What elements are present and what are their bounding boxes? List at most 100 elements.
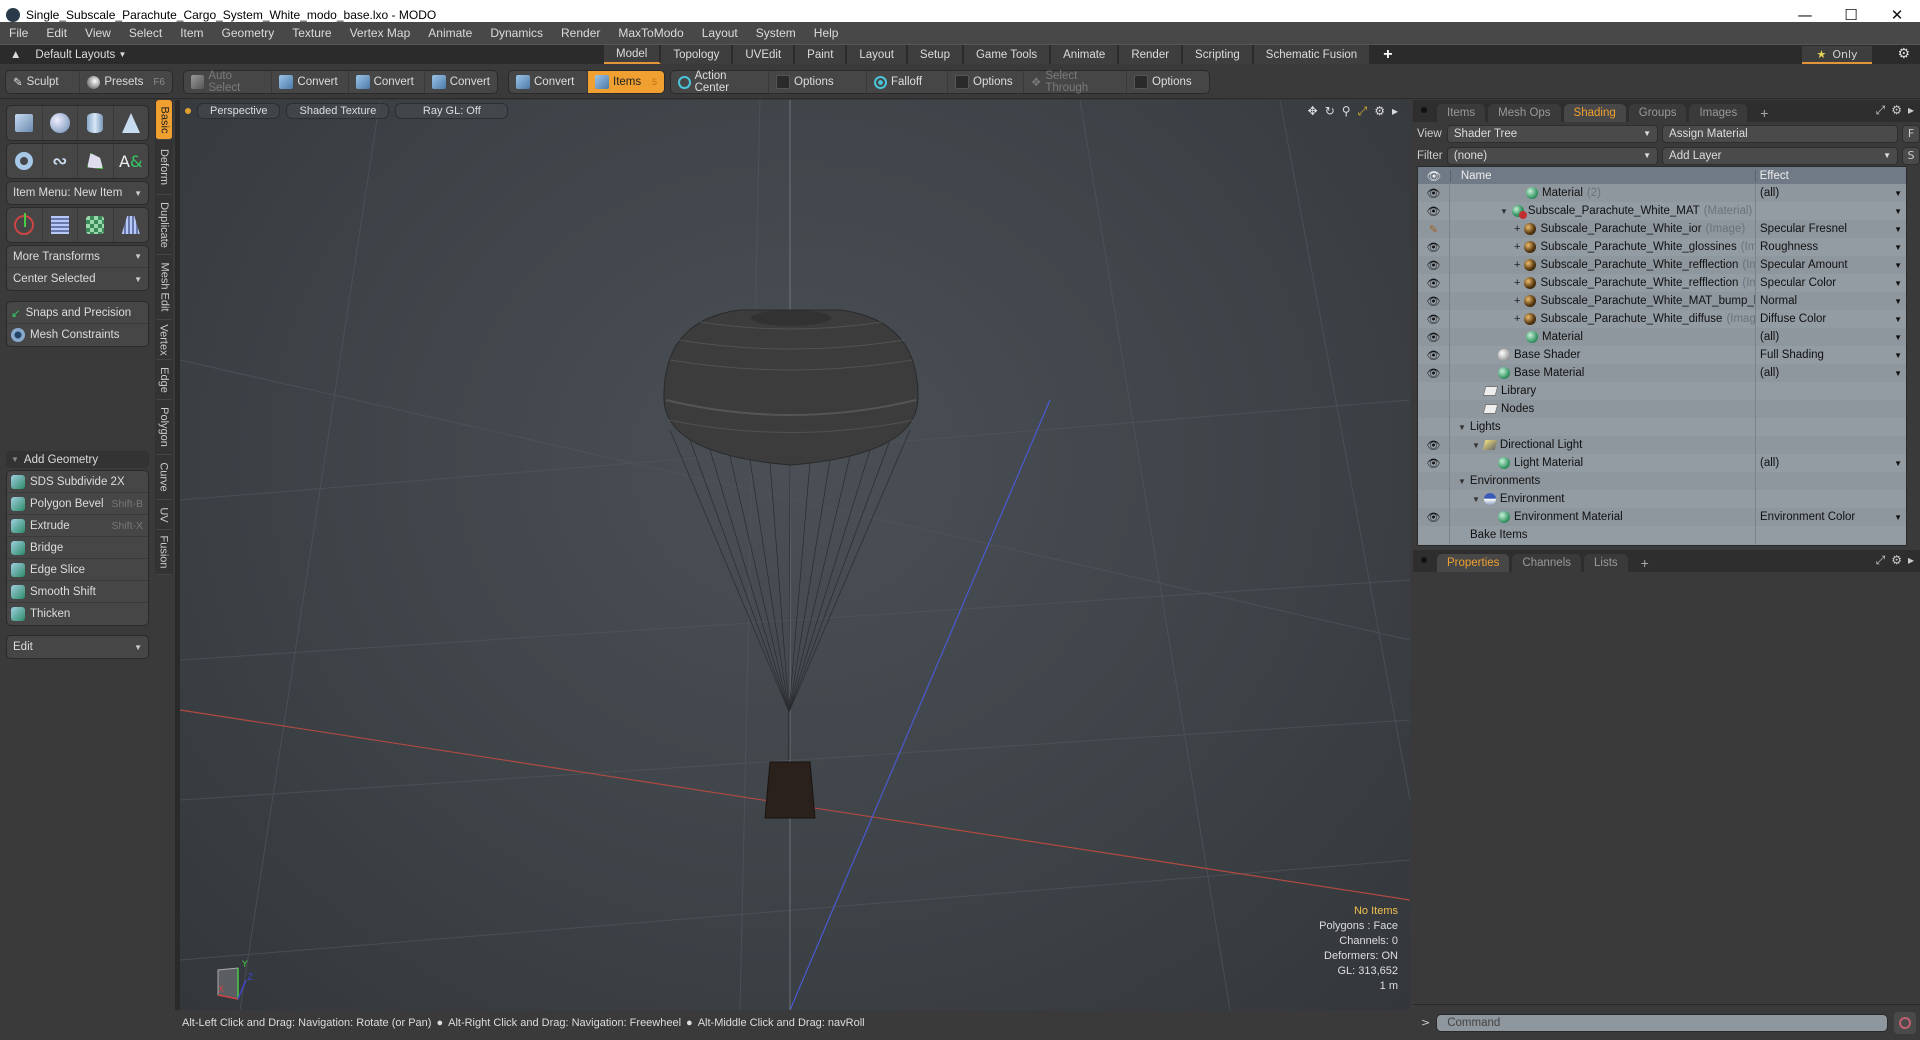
menu-dynamics[interactable]: Dynamics <box>481 26 552 40</box>
shader-tree-row[interactable]: Library <box>1418 382 1906 400</box>
layout-tab-paint[interactable]: Paint <box>795 45 848 64</box>
select-through-options-button[interactable]: Options <box>1127 71 1199 93</box>
expand-arrow-icon[interactable]: ▸ <box>1392 104 1398 119</box>
action-center-button[interactable]: Action Center <box>671 70 769 94</box>
tab-properties[interactable]: Properties <box>1437 554 1510 572</box>
eye-icon[interactable]: 👁 <box>1427 349 1441 362</box>
expand-triangle-icon[interactable]: ▼ <box>1500 207 1508 216</box>
select-through-button[interactable]: ❖ Select Through <box>1024 70 1127 94</box>
menu-geometry[interactable]: Geometry <box>213 26 284 40</box>
layout-tab-schematic-fusion[interactable]: Schematic Fusion <box>1253 45 1372 64</box>
tab-shading[interactable]: Shading <box>1563 104 1626 122</box>
layout-tab-animate[interactable]: Animate <box>1051 45 1120 64</box>
chevron-down-icon[interactable]: ▼ <box>1894 369 1902 378</box>
lattice-tool-button[interactable] <box>43 208 78 242</box>
shader-tree-row[interactable]: ▼ Environment <box>1418 490 1906 508</box>
tab-mesh-ops[interactable]: Mesh Ops <box>1488 104 1561 122</box>
layout-tab-scripting[interactable]: Scripting <box>1183 45 1254 64</box>
view-mode-button[interactable]: Perspective <box>197 103 281 119</box>
effect-dropdown[interactable]: Normal ▼ <box>1756 295 1906 307</box>
shader-tree-row[interactable]: 👁 Base Shader Full Shading ▼ <box>1418 346 1906 364</box>
eye-icon[interactable]: 👁 <box>1427 457 1441 470</box>
falloff-button[interactable]: Falloff <box>867 71 948 93</box>
menu-select[interactable]: Select <box>120 26 171 40</box>
vtab-duplicate[interactable]: Duplicate <box>156 195 172 255</box>
expand-plus-icon[interactable]: + <box>1514 277 1520 289</box>
layouts-dropdown[interactable]: ▲ Default Layouts ▼ <box>0 49 126 61</box>
shader-tree-row[interactable]: 👁 + Subscale_Parachute_White_glossines(Ima… <box>1418 238 1906 256</box>
view-select[interactable]: Shader Tree ▼ <box>1446 124 1659 143</box>
item-menu-dropdown[interactable]: Item Menu: New Item ▼ <box>6 181 149 205</box>
menu-view[interactable]: View <box>76 26 120 40</box>
shader-tree-row[interactable]: 👁 Base Material (all) ▼ <box>1418 364 1906 382</box>
tab-items[interactable]: Items <box>1437 104 1486 122</box>
expand-triangle-icon[interactable]: ▼ <box>1472 495 1480 504</box>
menu-layout[interactable]: Layout <box>693 26 747 40</box>
zoom-icon[interactable]: ⚲ <box>1342 104 1351 119</box>
add-tab-button[interactable]: + <box>1631 554 1659 572</box>
menu-system[interactable]: System <box>747 26 805 40</box>
chevron-down-icon[interactable]: ▼ <box>1894 279 1902 288</box>
add-layout-tab-button[interactable]: + <box>1371 45 1407 64</box>
viewport-settings-icon[interactable]: ⚙ <box>1374 104 1385 119</box>
layout-tab-render[interactable]: Render <box>1119 45 1184 64</box>
eye-icon[interactable]: 👁 <box>1427 241 1441 254</box>
eye-icon[interactable]: 👁 <box>1427 511 1441 524</box>
falloff-options-button[interactable]: Options <box>948 71 1024 93</box>
chevron-down-icon[interactable]: ▼ <box>1894 459 1902 468</box>
chevron-down-icon[interactable]: ▼ <box>1894 315 1902 324</box>
panel-settings-icon[interactable]: ⚙ <box>1891 103 1902 118</box>
items-mode-button[interactable]: Items 5 <box>588 71 664 93</box>
expand-plus-icon[interactable]: + <box>1514 241 1520 253</box>
vtab-deform[interactable]: Deform <box>156 140 172 195</box>
eye-icon[interactable]: 👁 <box>1427 295 1441 308</box>
vtab-vertex[interactable]: Vertex <box>156 320 172 360</box>
menu-maxtomodo[interactable]: MaxToModo <box>609 26 692 40</box>
tab-groups[interactable]: Groups <box>1628 104 1687 122</box>
tool-sds-subdivide-2x[interactable]: SDS Subdivide 2X <box>7 471 148 493</box>
chevron-down-icon[interactable]: ▼ <box>1894 243 1902 252</box>
effect-dropdown[interactable]: Specular Color ▼ <box>1756 277 1906 289</box>
maximize-panel-icon[interactable]: ⤢ <box>1876 103 1886 118</box>
add-tab-button[interactable]: + <box>1750 104 1778 122</box>
menu-help[interactable]: Help <box>805 26 848 40</box>
gear-icon[interactable]: ⚙ <box>1897 46 1910 62</box>
cylinder-primitive-button[interactable] <box>78 106 114 140</box>
cube-primitive-button[interactable] <box>7 106 43 140</box>
tool-thicken[interactable]: Thicken <box>7 603 148 625</box>
expand-plus-icon[interactable]: + <box>1514 223 1520 235</box>
expand-plus-icon[interactable]: + <box>1514 313 1520 325</box>
eye-icon[interactable]: 👁 <box>1427 277 1441 290</box>
chevron-down-icon[interactable]: ▼ <box>1894 297 1902 306</box>
shader-tree-row[interactable]: 👁 + Subscale_Parachute_White_refflection (I… <box>1418 274 1906 292</box>
presets-button[interactable]: Presets F6 <box>80 71 172 93</box>
text-tool-button[interactable]: A& <box>114 144 149 178</box>
effect-dropdown[interactable]: Roughness ▼ <box>1756 241 1906 253</box>
convert-polygons-button[interactable]: Convert <box>425 71 497 93</box>
expand-triangle-icon[interactable]: ▼ <box>1472 441 1480 450</box>
torus-primitive-button[interactable] <box>7 144 43 178</box>
chevron-down-icon[interactable]: ▼ <box>1894 207 1902 216</box>
effect-column-header[interactable]: Effect <box>1754 169 1906 182</box>
viewport-status-dot[interactable] <box>185 108 191 114</box>
3d-viewport[interactable]: X Y Z Perspective Shaded Texture Ray GL:… <box>180 100 1410 1010</box>
visibility-column-icon[interactable]: 👁 <box>1418 169 1450 183</box>
menu-animate[interactable]: Animate <box>419 26 481 40</box>
maximize-panel-icon[interactable]: ⤢ <box>1876 553 1886 568</box>
effect-dropdown[interactable]: (all) ▼ <box>1756 457 1906 469</box>
tool-edge-slice[interactable]: Edge Slice <box>7 559 148 581</box>
tab-images[interactable]: Images <box>1689 104 1748 122</box>
layout-tab-setup[interactable]: Setup <box>907 45 964 64</box>
shader-tree-row[interactable]: 👁 + Subscale_Parachute_White_refflection (I… <box>1418 256 1906 274</box>
effect-dropdown[interactable]: Diffuse Color ▼ <box>1756 313 1906 325</box>
auto-select-button[interactable]: Auto Select <box>184 70 273 94</box>
tab-lists[interactable]: Lists <box>1584 554 1628 572</box>
tool-extrude[interactable]: Extrude Shift-X <box>7 515 148 537</box>
taper-tool-button[interactable] <box>114 208 149 242</box>
chevron-down-icon[interactable]: ▼ <box>1894 189 1902 198</box>
menu-edit[interactable]: Edit <box>37 26 76 40</box>
menu-vertex-map[interactable]: Vertex Map <box>341 26 420 40</box>
effect-dropdown[interactable]: ▼ <box>1756 207 1906 216</box>
expand-plus-icon[interactable]: + <box>1514 259 1520 271</box>
convert-edges-button[interactable]: Convert <box>349 71 425 93</box>
